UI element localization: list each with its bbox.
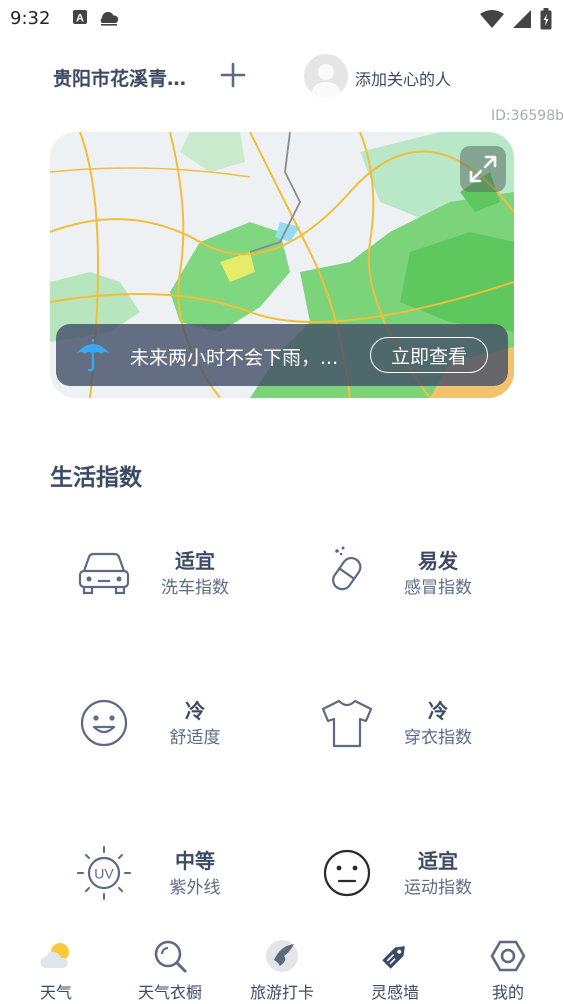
bottom-tab-bar: 天气 天气衣橱 旅游打卡 灵感墙 我的 — [0, 934, 564, 1004]
life-index-title: 生活指数 — [50, 465, 142, 491]
rain-forecast-text: 未来两小时不会下雨，... — [130, 347, 339, 369]
pill-icon — [332, 546, 362, 591]
index-level: 适宜 — [418, 849, 458, 873]
tab-inspiration[interactable]: 灵感墙 — [340, 934, 450, 1004]
index-level: 易发 — [418, 549, 458, 573]
tab-mine[interactable]: 我的 — [453, 934, 563, 1004]
life-index-item-cold[interactable]: 易发 感冒指数 — [317, 543, 557, 623]
car-icon — [78, 552, 130, 595]
fog-weather-icon — [100, 11, 119, 26]
signal-icon — [513, 10, 531, 28]
neutral-face-icon — [323, 849, 371, 897]
index-level: 冷 — [185, 699, 205, 723]
location-selector[interactable]: 贵阳市花溪青… — [53, 64, 186, 91]
tab-weather[interactable]: 天气 — [1, 934, 111, 1004]
svg-text:UV: UV — [94, 866, 114, 882]
add-care-person-link[interactable]: 添加关心的人 — [355, 66, 451, 90]
keyboard-a-icon: A — [73, 10, 87, 25]
index-level: 适宜 — [175, 549, 215, 573]
tab-wardrobe[interactable]: 天气衣橱 — [115, 934, 225, 1004]
tab-label: 旅游打卡 — [249, 983, 314, 1002]
tag-icon — [382, 946, 405, 969]
battery-icon — [540, 8, 552, 30]
tab-label: 我的 — [491, 983, 524, 1002]
index-level: 冷 — [428, 699, 448, 723]
rain-forecast-banner[interactable]: 未来两小时不会下雨，... 立即查看 — [56, 324, 508, 386]
index-name: 运动指数 — [404, 878, 472, 898]
rain-radar-map[interactable]: 未来两小时不会下雨，... 立即查看 — [50, 132, 514, 398]
status-time: 9:32 — [10, 8, 51, 29]
user-id: ID:36598b — [490, 108, 564, 124]
index-name: 穿衣指数 — [404, 728, 472, 748]
tab-label: 天气 — [39, 983, 72, 1002]
avatar[interactable] — [304, 54, 348, 98]
life-index-item-uv[interactable]: UV 中等 紫外线 — [74, 843, 314, 923]
index-name: 洗车指数 — [161, 578, 229, 598]
status-bar: 9:32 A — [0, 0, 564, 38]
tab-label: 灵感墙 — [370, 983, 419, 1002]
expand-map-button[interactable] — [460, 146, 506, 192]
svg-text:A: A — [76, 13, 84, 25]
add-location-icon[interactable] — [218, 60, 248, 90]
view-now-button[interactable]: 立即查看 — [370, 337, 488, 373]
tab-travel[interactable]: 旅游打卡 — [227, 934, 337, 1004]
default-avatar-icon — [311, 64, 341, 98]
index-name: 舒适度 — [169, 728, 221, 748]
uv-icon: UV — [77, 846, 131, 900]
life-index-item-comfort[interactable]: 冷 舒适度 — [74, 693, 314, 773]
expand-icon — [469, 155, 497, 183]
life-index-item-clothing[interactable]: 冷 穿衣指数 — [317, 693, 557, 773]
index-name: 紫外线 — [169, 878, 221, 898]
tshirt-icon — [321, 699, 373, 748]
index-level: 中等 — [175, 849, 215, 873]
weather-icon — [40, 943, 69, 968]
profile-hexagon-icon — [490, 940, 526, 972]
travel-icon — [266, 940, 298, 972]
wardrobe-icon — [154, 940, 187, 973]
index-name: 感冒指数 — [404, 578, 472, 598]
wifi-icon — [480, 10, 504, 28]
smile-face-icon — [80, 699, 128, 747]
tab-label: 天气衣橱 — [137, 983, 202, 1002]
header: 贵阳市花溪青… 添加关心的人 — [0, 50, 564, 102]
life-index-item-sport[interactable]: 适宜 运动指数 — [317, 843, 557, 923]
umbrella-icon — [76, 339, 110, 372]
life-index-item-car-wash[interactable]: 适宜 洗车指数 — [74, 543, 314, 623]
